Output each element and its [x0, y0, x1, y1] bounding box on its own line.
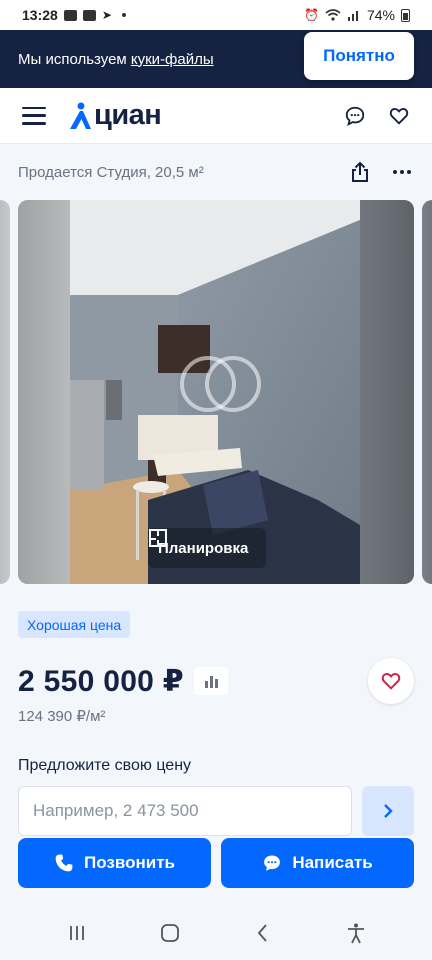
- offer-label: Предложите свою цену: [18, 757, 192, 774]
- cookie-text: Мы используем куки-файлы: [18, 51, 214, 68]
- battery-label: 74%: [366, 7, 395, 23]
- call-button[interactable]: Позвонить: [18, 838, 211, 888]
- menu-icon[interactable]: [22, 106, 46, 125]
- system-nav-bar: [0, 906, 432, 960]
- cookie-accept-button[interactable]: Понятно: [304, 32, 414, 80]
- home-icon[interactable]: [159, 922, 181, 944]
- favorite-button[interactable]: [368, 658, 414, 704]
- message-icon: [264, 855, 281, 871]
- action-bar: Позвонить Написать: [0, 838, 432, 888]
- bar-chart-icon: [204, 676, 218, 688]
- page-title: Продается Студия, 20,5 м²: [18, 163, 204, 181]
- heart-icon[interactable]: [388, 105, 410, 127]
- floorplan-button[interactable]: Планировка: [148, 528, 267, 568]
- title-row: Продается Студия, 20,5 м²: [0, 144, 432, 200]
- price-chart-button[interactable]: [193, 667, 228, 695]
- good-price-badge: Хорошая цена: [18, 611, 131, 638]
- gallery-icon: [63, 9, 77, 21]
- next-photo[interactable]: [422, 200, 432, 584]
- status-time: 13:28: [22, 7, 58, 23]
- phone-icon: [55, 854, 73, 872]
- signal-icon: [347, 11, 358, 21]
- room-photo-illustration: [18, 200, 414, 584]
- write-button[interactable]: Написать: [221, 838, 414, 888]
- logo-text: циан: [94, 99, 162, 131]
- back-icon[interactable]: [252, 922, 274, 944]
- price-row: 2 550 000 ₽: [18, 658, 414, 704]
- price: 2 550 000 ₽: [18, 664, 184, 698]
- cian-logo[interactable]: циан: [68, 99, 162, 132]
- floorplan-icon: [149, 529, 167, 547]
- photo-gallery[interactable]: Планировка: [0, 200, 432, 584]
- cookie-link[interactable]: куки-файлы: [131, 51, 214, 68]
- recent-apps-icon[interactable]: [66, 922, 88, 944]
- notification-dot-icon: [121, 13, 126, 17]
- price-per-sqm: 124 390 ₽/м²: [18, 708, 106, 725]
- write-label: Написать: [292, 853, 373, 872]
- cookie-message: Мы используем: [18, 50, 131, 68]
- offer-submit-button[interactable]: [362, 786, 414, 836]
- status-bar: 13:28 ➤ ⏰ 74%: [0, 0, 432, 30]
- cian-logo-icon: [70, 102, 91, 129]
- offer-price-input[interactable]: [18, 786, 352, 836]
- briefcase-icon: [82, 9, 96, 21]
- more-icon[interactable]: [390, 160, 414, 184]
- chat-icon[interactable]: [344, 105, 366, 127]
- chevron-right-icon: [384, 804, 393, 818]
- app-header: циан: [0, 88, 432, 144]
- share-icon[interactable]: [348, 160, 372, 184]
- telegram-icon: ➤: [101, 8, 112, 22]
- listing-page: Продается Студия, 20,5 м² Планировка Хор…: [0, 144, 432, 906]
- battery-icon: [401, 8, 410, 22]
- cookie-banner: Мы используем куки-файлы Понятно: [0, 30, 432, 88]
- accessibility-icon[interactable]: [345, 922, 367, 944]
- alarm-icon: ⏰: [304, 8, 319, 22]
- listing-photo[interactable]: Планировка: [18, 200, 414, 584]
- call-label: Позвонить: [84, 853, 175, 872]
- previous-photo[interactable]: [0, 200, 10, 584]
- wifi-icon: [325, 9, 341, 21]
- heart-icon: [381, 672, 401, 690]
- floorplan-label: Планировка: [158, 539, 249, 557]
